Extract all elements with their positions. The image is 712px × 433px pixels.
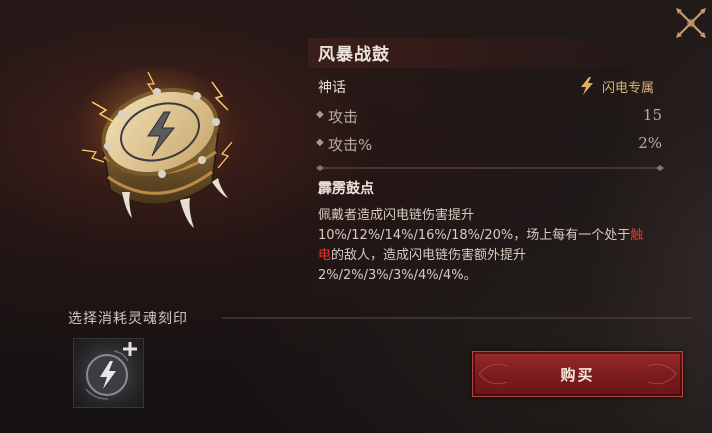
soul-imprint-label: 选择消耗灵魂刻印 — [68, 311, 188, 327]
buy-button-label: 购买 — [560, 365, 595, 384]
plus-icon[interactable] — [122, 341, 138, 357]
desc-line: 电的敌人，造成闪电链伤害额外提升 — [318, 248, 527, 263]
diamond-bullet-icon: ◆ — [316, 109, 324, 120]
soul-divider — [222, 317, 692, 319]
stat-name: 攻击% — [328, 136, 373, 154]
lightning-icon — [581, 77, 593, 95]
storm-drum-image — [62, 62, 252, 242]
desc-line: 2%/2%/3%/3%/4%/4%。 — [318, 268, 477, 283]
stat-value: 2% — [638, 134, 662, 152]
stat-row: ◆ 攻击 15 — [316, 106, 662, 128]
section-divider — [316, 165, 664, 171]
desc-line: 佩戴者造成闪电链伤害提升 — [318, 208, 475, 223]
rarity-label: 神话 — [318, 80, 346, 96]
ornament-icon — [478, 363, 508, 385]
close-button[interactable] — [674, 6, 708, 40]
ornament-icon — [647, 363, 677, 385]
desc-line: 10%/12%/14%/16%/18%/20%，场上每有一个处于触 — [318, 228, 644, 243]
diamond-bullet-icon: ◆ — [316, 137, 324, 148]
shock-keyword: 触 — [630, 228, 644, 243]
close-icon — [676, 8, 706, 38]
buy-button[interactable]: 购买 — [472, 351, 683, 397]
shock-keyword: 电 — [318, 248, 332, 263]
item-title: 风暴战鼓 — [318, 45, 390, 65]
stat-value: 15 — [642, 106, 662, 124]
skill-description: 佩戴者造成闪电链伤害提升 10%/12%/14%/16%/18%/20%，场上每… — [318, 206, 670, 286]
soul-imprint-slot[interactable] — [73, 338, 144, 408]
tag-label: 闪电专属 — [602, 80, 655, 96]
skill-name: 霹雳鼓点 — [318, 181, 374, 197]
stat-name: 攻击 — [328, 108, 359, 126]
lightning-exclusive-tag: 闪电专属 — [580, 77, 655, 96]
stat-row: ◆ 攻击% 2% — [316, 134, 662, 156]
